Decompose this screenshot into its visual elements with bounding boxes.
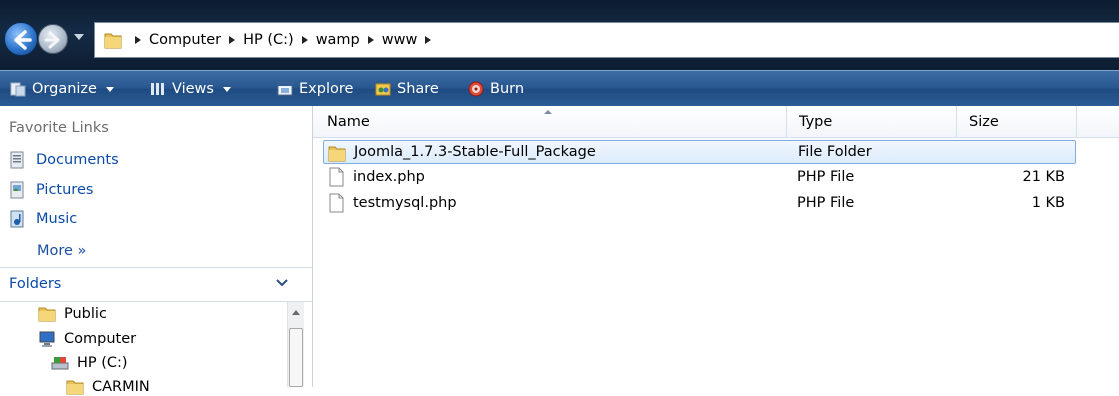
breadcrumb-wamp[interactable]: wamp [316, 32, 360, 48]
favorite-link-label: Music [36, 211, 78, 227]
burn-disc-icon [468, 81, 484, 97]
breadcrumb-hp-c[interactable]: HP (C:) [243, 32, 294, 48]
favorite-link-documents[interactable]: Documents [10, 151, 119, 169]
share-icon [375, 83, 391, 96]
breadcrumb-computer[interactable]: Computer [149, 32, 221, 48]
pictures-icon [10, 181, 24, 199]
share-label: Share [397, 81, 439, 97]
breadcrumb-separator-icon[interactable] [301, 36, 308, 44]
folders-header[interactable]: Folders [0, 267, 312, 302]
tree-item-label: HP (C:) [77, 355, 128, 371]
tree-item-label: Computer [64, 331, 137, 347]
favorite-link-pictures[interactable]: Pictures [10, 181, 93, 199]
views-label: Views [172, 81, 214, 97]
file-icon [329, 167, 344, 187]
scrollbar-thumb[interactable] [289, 328, 303, 387]
tree-item-computer[interactable]: Computer [38, 330, 136, 348]
column-type-label: Type [799, 114, 833, 130]
column-header-size[interactable]: Size [957, 106, 1077, 138]
folders-scrollbar[interactable] [287, 302, 304, 387]
file-name: index.php [353, 169, 425, 185]
folder-icon [328, 146, 346, 162]
explore-icon [277, 82, 293, 96]
file-icon [329, 193, 344, 213]
address-box[interactable]: Computer HP (C:) wamp www [94, 22, 1119, 58]
chevron-down-icon [222, 86, 231, 92]
organize-label: Organize [32, 81, 97, 97]
breadcrumb-separator-icon[interactable] [135, 36, 141, 44]
burn-button[interactable]: Burn [468, 71, 524, 107]
file-name: testmysql.php [353, 195, 457, 211]
tree-item-carmin[interactable]: CARMIN [66, 378, 150, 396]
column-header-type[interactable]: Type [787, 106, 957, 138]
favorite-link-label: Pictures [36, 182, 94, 198]
breadcrumb: Computer HP (C:) wamp www [133, 23, 439, 57]
back-button[interactable] [4, 22, 38, 56]
column-size-label: Size [969, 114, 999, 130]
views-button[interactable]: Views [150, 71, 231, 107]
breadcrumb-www[interactable]: www [382, 32, 418, 48]
burn-label: Burn [490, 81, 525, 97]
breadcrumb-separator-icon[interactable] [425, 36, 432, 44]
more-links-button[interactable]: More » [37, 243, 86, 259]
column-header-name[interactable]: Name [313, 106, 787, 138]
computer-icon [39, 331, 55, 347]
favorite-links-title: Favorite Links [9, 120, 109, 136]
file-list: Name Type Size Joomla_1.7.3-Stable-Full_… [313, 106, 1119, 387]
forward-arrow-icon [44, 31, 60, 49]
breadcrumb-separator-icon[interactable] [229, 36, 236, 44]
tree-item-public[interactable]: Public [38, 305, 107, 323]
file-type: PHP File [797, 169, 855, 185]
file-type: PHP File [797, 195, 855, 211]
column-name-label: Name [327, 114, 370, 130]
favorite-link-label: Documents [36, 152, 119, 168]
navigation-pane: Favorite Links Documents Pictures Music … [0, 106, 313, 395]
file-size: 21 KB [1022, 169, 1065, 185]
explore-button[interactable]: Explore [277, 71, 353, 107]
file-row-testmysql-php[interactable]: testmysql.php PHP File 1 KB [323, 191, 1076, 215]
drive-icon [51, 357, 69, 370]
file-size: 1 KB [1031, 195, 1065, 211]
back-arrow-icon [14, 30, 32, 50]
scroll-up-icon[interactable] [292, 310, 300, 315]
chevron-down-icon [276, 279, 288, 287]
file-row-joomla[interactable]: Joomla_1.7.3-Stable-Full_Package File Fo… [323, 140, 1076, 164]
forward-button[interactable] [38, 24, 68, 54]
command-bar: Organize Views Explore Share Burn [0, 70, 1119, 106]
folder-icon [104, 33, 122, 49]
organize-icon [10, 82, 26, 97]
tree-item-label: CARMIN [92, 379, 150, 395]
share-button[interactable]: Share [375, 71, 439, 107]
favorite-link-music[interactable]: Music [10, 210, 77, 228]
recent-pages-dropdown[interactable] [74, 34, 84, 40]
file-type: File Folder [798, 144, 872, 160]
sort-ascending-icon [544, 110, 552, 114]
folders-title: Folders [9, 276, 62, 292]
music-icon [10, 210, 24, 228]
views-icon [151, 83, 164, 95]
tree-item-hp-c[interactable]: HP (C:) [51, 354, 128, 372]
explore-label: Explore [299, 81, 354, 97]
column-header-row: Name Type Size [313, 106, 1119, 138]
address-bar: Computer HP (C:) wamp www [0, 0, 1119, 70]
breadcrumb-separator-icon[interactable] [367, 36, 374, 44]
organize-button[interactable]: Organize [10, 71, 114, 107]
documents-icon [10, 151, 24, 169]
chevron-down-icon [105, 86, 114, 92]
folder-icon [38, 307, 56, 322]
file-name: Joomla_1.7.3-Stable-Full_Package [354, 144, 596, 160]
folder-icon [66, 380, 84, 395]
file-row-index-php[interactable]: index.php PHP File 21 KB [323, 165, 1076, 189]
tree-item-label: Public [64, 306, 107, 322]
